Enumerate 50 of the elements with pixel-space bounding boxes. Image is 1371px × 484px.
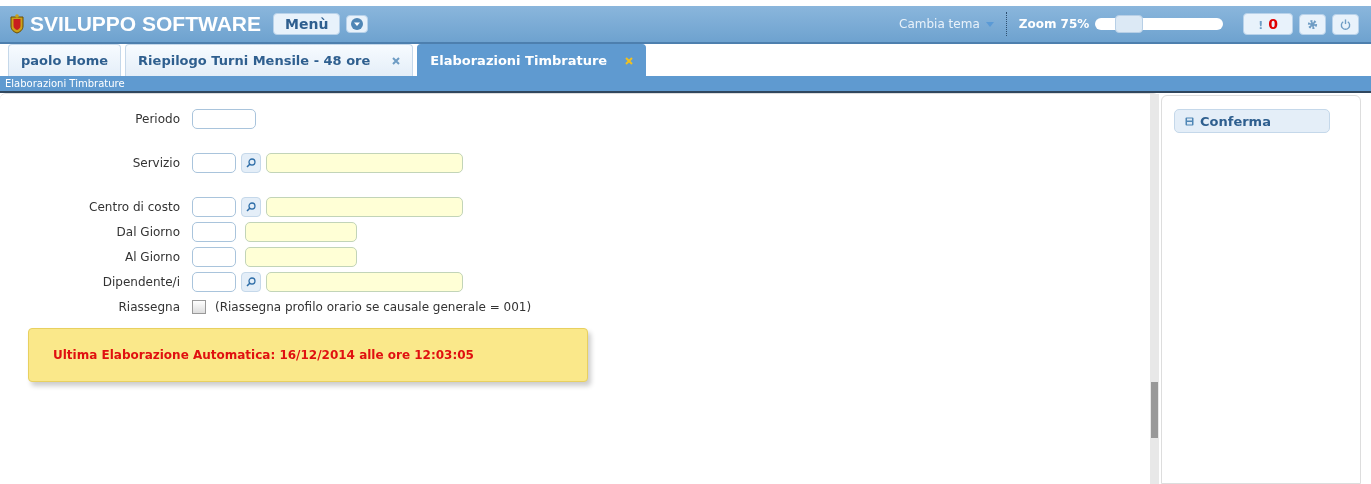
alerts-button[interactable]: ! 0 (1243, 13, 1293, 35)
description-field[interactable] (266, 197, 463, 217)
caret-icon (985, 21, 994, 27)
input-field[interactable] (192, 247, 236, 267)
save-icon (1185, 116, 1194, 126)
menu-button[interactable]: Menù (273, 13, 341, 35)
scroll-thumb[interactable] (1151, 382, 1158, 438)
input-field[interactable] (192, 109, 256, 129)
search-button[interactable] (241, 153, 261, 173)
zoom-label: Zoom 75% (1018, 17, 1090, 31)
description-field[interactable] (245, 222, 357, 242)
description-field[interactable] (266, 272, 463, 292)
tab[interactable]: paolo Home (8, 44, 122, 76)
field-label: Dal Giorno (115, 225, 180, 239)
scrollbar[interactable] (1150, 94, 1159, 484)
settings-button[interactable] (1299, 13, 1326, 35)
search-button[interactable] (241, 197, 261, 217)
notice-text: Ultima Elaborazione Automatica: 16/12/2014 alle ore 12:03:05 (53, 348, 474, 362)
close-icon[interactable] (625, 56, 634, 65)
field-label: Centro di costo (88, 200, 180, 214)
zoom-slider[interactable] (1095, 18, 1224, 30)
field-label: Al Giorno (124, 250, 180, 264)
search-icon (246, 202, 256, 212)
search-icon (246, 277, 256, 287)
input-field[interactable] (192, 222, 236, 242)
close-icon[interactable] (392, 56, 401, 65)
dropdown-button[interactable] (346, 15, 369, 33)
input-field[interactable] (192, 272, 236, 292)
tab[interactable]: Elaborazioni Timbrature (417, 44, 647, 76)
search-icon (246, 158, 256, 168)
description-field[interactable] (266, 153, 463, 173)
field-label: Riassegna (117, 300, 180, 314)
tab[interactable]: Riepilogo Turni Mensile - 48 ore (125, 44, 414, 76)
app-title: SVILUPPO SOFTWARE (30, 12, 262, 36)
field-label: Dipendente/i (101, 275, 180, 289)
breadcrumb: Elaborazioni Timbrature (5, 78, 125, 89)
search-button[interactable] (241, 272, 261, 292)
checkbox[interactable] (192, 300, 206, 314)
confirm-button[interactable]: Conferma (1174, 109, 1330, 133)
input-field[interactable] (192, 197, 236, 217)
power-icon (1340, 18, 1351, 30)
description-field[interactable] (245, 247, 357, 267)
checkbox-note: (Riassegna profilo orario se causale generale = 001) (215, 300, 532, 314)
field-label: Servizio (131, 156, 180, 170)
input-field[interactable] (192, 153, 236, 173)
gear-icon (1307, 18, 1318, 30)
field-label: Periodo (134, 112, 180, 126)
shield-icon (10, 14, 24, 34)
power-button[interactable] (1332, 13, 1359, 35)
slider-thumb[interactable] (1115, 15, 1144, 33)
